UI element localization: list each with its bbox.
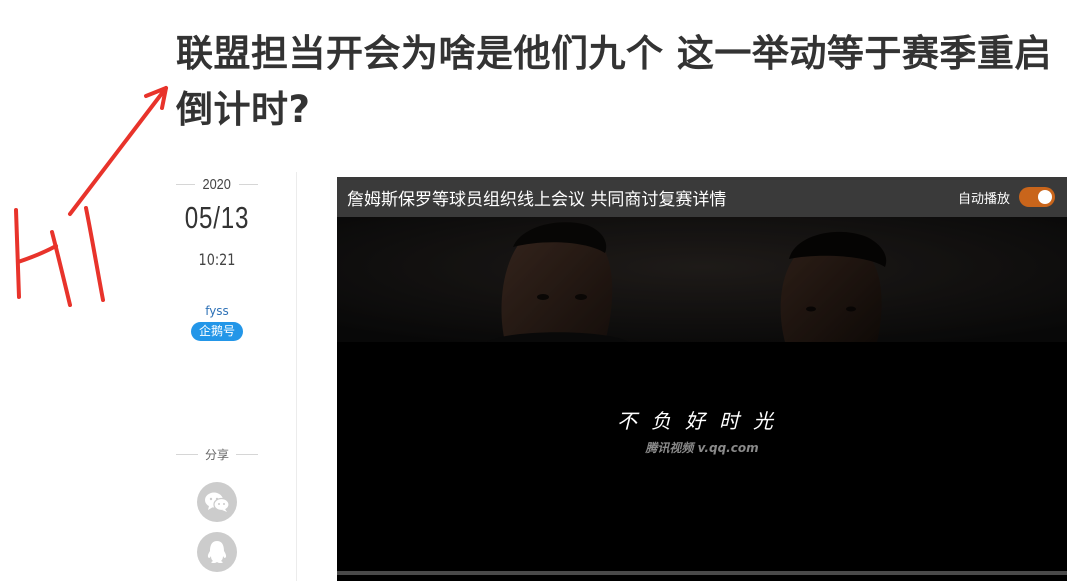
annotation-arrow-shaft [68, 86, 168, 216]
autoplay-control: 自动播放 [958, 187, 1055, 207]
share-heading: 分享 [176, 444, 258, 464]
video-brand: 腾讯视频 v.qq.com [645, 441, 759, 455]
article-meta: 2020 05/13 10:21 fyss 企鹅号 分享 [170, 170, 264, 581]
annotation-letter-h-left [14, 208, 21, 299]
date-year-row: 2020 [176, 174, 258, 194]
meta-divider [296, 172, 297, 581]
video-header: 詹姆斯保罗等球员组织线上会议 共同商讨复赛详情 自动播放 [337, 177, 1067, 217]
video-poster[interactable] [337, 217, 1067, 342]
wechat-icon [205, 492, 230, 512]
video-poster-image [337, 217, 1067, 342]
share-wechat-button[interactable] [197, 482, 237, 522]
date-time: 10:21 [198, 250, 236, 269]
autoplay-label: 自动播放 [957, 191, 1010, 207]
author-badge[interactable]: 企鹅号 [191, 322, 243, 341]
annotation-numeral-one [84, 206, 105, 302]
qq-icon [207, 541, 227, 563]
autoplay-toggle-knob [1038, 190, 1052, 204]
video-title: 詹姆斯保罗等球员组织线上会议 共同商讨复赛详情 [347, 189, 727, 210]
video-slogan: 不负好时光 [617, 409, 787, 433]
share-label: 分享 [205, 447, 230, 462]
annotation-arrow-head [144, 86, 168, 110]
autoplay-toggle[interactable] [1019, 187, 1055, 207]
video-progress-bar[interactable] [337, 571, 1067, 575]
page: 联盟担当开会为啥是他们九个 这一举动等于赛季重启倒计时? 2020 05/13 … [0, 0, 1085, 581]
share-qq-button[interactable] [197, 532, 237, 572]
annotation-letter-h-right [50, 230, 72, 307]
annotation-letter-h-bar [16, 244, 58, 264]
article-title: 联盟担当开会为啥是他们九个 这一举动等于赛季重启倒计时? [176, 32, 1052, 131]
video-player[interactable]: 詹姆斯保罗等球员组织线上会议 共同商讨复赛详情 自动播放 不负好时光 腾讯视频 … [337, 177, 1067, 581]
date-year: 2020 [202, 175, 232, 193]
date-day: 05/13 [184, 200, 250, 235]
author-name[interactable]: fyss [170, 304, 264, 318]
